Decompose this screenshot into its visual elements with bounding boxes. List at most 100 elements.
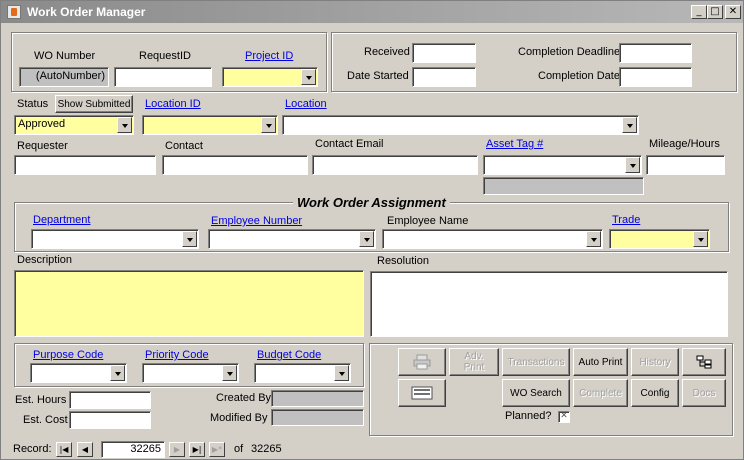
chevron-down-icon[interactable] — [261, 117, 276, 133]
location-link[interactable]: Location — [285, 98, 327, 110]
chevron-down-icon[interactable] — [117, 117, 132, 133]
adv-print-button[interactable]: Adv. Print — [449, 348, 499, 376]
chevron-down-icon[interactable] — [110, 365, 125, 381]
est-cost-field[interactable] — [69, 411, 151, 429]
auto-print-button[interactable]: Auto Print — [573, 348, 628, 376]
first-record-button[interactable]: |◀ — [56, 442, 72, 457]
record-number-field[interactable]: 32265 — [101, 441, 165, 458]
config-button[interactable]: Config — [631, 379, 679, 407]
last-record-button[interactable]: ▶| — [189, 442, 205, 457]
app-icon — [7, 5, 21, 19]
wo-search-button[interactable]: WO Search — [502, 379, 570, 407]
est-hours-label: Est. Hours — [15, 394, 67, 406]
wo-number-label: WO Number — [34, 50, 96, 62]
maximize-button[interactable]: □ — [707, 5, 723, 19]
created-by-label: Created By — [216, 392, 272, 404]
chevron-down-icon[interactable] — [222, 365, 237, 381]
record-total: 32265 — [251, 443, 282, 455]
request-id-field[interactable] — [114, 67, 212, 87]
chevron-down-icon[interactable] — [359, 231, 374, 247]
department-link[interactable]: Department — [33, 214, 90, 226]
requester-field[interactable] — [14, 155, 156, 175]
modified-by-field — [271, 409, 364, 426]
trade-link[interactable]: Trade — [612, 214, 640, 226]
last-record-icon: ▶| — [192, 445, 202, 454]
org-chart-icon — [696, 355, 712, 369]
employee-number-combo[interactable] — [208, 229, 376, 249]
title-bar: Work Order Manager _ □ ✕ — [1, 1, 743, 23]
created-by-field — [271, 390, 364, 407]
completion-deadline-field[interactable] — [619, 43, 692, 63]
completion-date-field[interactable] — [619, 67, 692, 87]
employee-name-combo[interactable] — [382, 229, 603, 249]
description-label: Description — [17, 254, 73, 266]
priority-code-combo[interactable] — [142, 363, 239, 383]
employee-number-link[interactable]: Employee Number — [211, 215, 302, 227]
close-button[interactable]: ✕ — [725, 5, 741, 19]
contact-email-label: Contact Email — [315, 138, 384, 150]
record-label: Record: — [13, 443, 52, 455]
location-id-combo[interactable] — [142, 115, 278, 135]
location-combo[interactable] — [282, 115, 639, 135]
report-button[interactable] — [398, 379, 446, 407]
project-id-link[interactable]: Project ID — [245, 50, 293, 62]
department-combo[interactable] — [31, 229, 199, 249]
maximize-icon: □ — [710, 6, 720, 17]
window-title: Work Order Manager — [27, 5, 146, 19]
date-started-label: Date Started — [347, 70, 409, 82]
mileage-label: Mileage/Hours — [649, 138, 720, 150]
new-record-icon: ▶* — [211, 445, 223, 454]
resolution-field[interactable] — [370, 271, 728, 337]
chevron-down-icon[interactable] — [622, 117, 637, 133]
asset-description-field — [483, 177, 644, 195]
show-submitted-button[interactable]: Show Submitted — [55, 95, 133, 113]
chevron-down-icon[interactable] — [182, 231, 197, 247]
purpose-code-combo[interactable] — [30, 363, 127, 383]
asset-tag-link[interactable]: Asset Tag # — [486, 138, 543, 150]
budget-code-link[interactable]: Budget Code — [257, 349, 321, 361]
contact-field[interactable] — [162, 155, 308, 175]
next-record-icon: ▶ — [173, 445, 181, 454]
trade-combo[interactable] — [609, 229, 710, 249]
previous-record-icon: ◀ — [81, 445, 89, 454]
next-record-button[interactable]: ▶ — [169, 442, 185, 457]
work-order-window: Work Order Manager _ □ ✕ WO Number (Auto… — [0, 0, 744, 460]
priority-code-link[interactable]: Priority Code — [145, 349, 209, 361]
asset-tag-combo[interactable] — [483, 155, 642, 175]
docs-button[interactable]: Docs — [682, 379, 726, 407]
minimize-icon: _ — [696, 6, 702, 17]
est-hours-field[interactable] — [69, 391, 151, 409]
description-field[interactable] — [14, 270, 364, 337]
previous-record-button[interactable]: ◀ — [77, 442, 93, 457]
chevron-down-icon[interactable] — [693, 231, 708, 247]
status-label: Status — [17, 98, 49, 110]
org-chart-button[interactable] — [682, 348, 726, 376]
record-of-label: of — [234, 443, 244, 455]
print-button[interactable] — [398, 348, 446, 376]
status-combo[interactable]: Approved — [14, 115, 134, 135]
received-field[interactable] — [412, 43, 476, 63]
chevron-down-icon[interactable] — [625, 157, 640, 173]
project-id-combo[interactable] — [222, 67, 318, 87]
budget-code-combo[interactable] — [254, 363, 351, 383]
chevron-down-icon[interactable] — [301, 69, 316, 85]
new-record-button[interactable]: ▶* — [209, 442, 225, 457]
completion-deadline-label: Completion Deadline — [518, 46, 621, 58]
modified-by-label: Modified By — [210, 412, 268, 424]
planned-label: Planned? — [505, 410, 552, 422]
purpose-code-link[interactable]: Purpose Code — [33, 349, 103, 361]
date-started-field[interactable] — [412, 67, 476, 87]
chevron-down-icon[interactable] — [586, 231, 601, 247]
contact-email-field[interactable] — [312, 155, 478, 175]
history-button[interactable]: History — [631, 348, 679, 376]
location-id-link[interactable]: Location ID — [145, 98, 201, 110]
request-id-label: RequestID — [139, 50, 191, 62]
mileage-field[interactable] — [646, 155, 725, 175]
status-value: Approved — [18, 118, 66, 130]
planned-checkbox[interactable]: ✕ — [558, 411, 570, 423]
chevron-down-icon[interactable] — [334, 365, 349, 381]
minimize-button[interactable]: _ — [691, 5, 707, 19]
complete-button[interactable]: Complete — [573, 379, 628, 407]
resolution-label: Resolution — [377, 255, 429, 267]
transactions-button[interactable]: Transactions — [502, 348, 570, 376]
